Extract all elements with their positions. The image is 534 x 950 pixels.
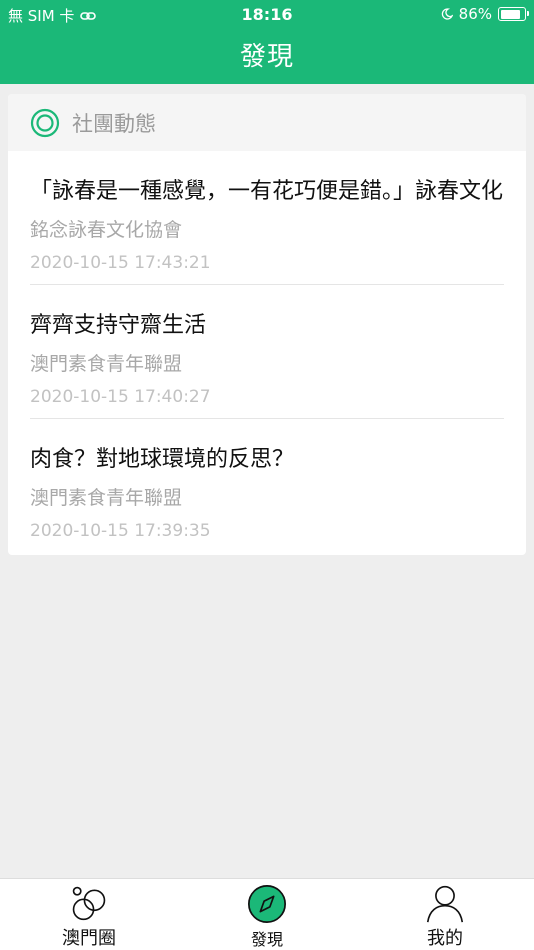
feed-org: 澳門素食青年聯盟 [30, 487, 183, 509]
section-title: 社團動態 [72, 111, 156, 136]
tab-discover[interactable]: 發現 [178, 879, 356, 950]
tab-label: 我的 [427, 928, 463, 949]
feed-title: 齊齊支持守齋生活 [30, 313, 207, 338]
tab-macau-circle[interactable]: 澳門圈 [0, 879, 178, 950]
status-bar: 無 SIM 卡 18:16 86% [0, 0, 534, 28]
battery-percent: 86% [458, 5, 492, 23]
tab-bar: 澳門圈 發現 我的 [0, 878, 534, 950]
ring-icon [30, 108, 60, 137]
feed-org: 銘念詠春文化協會 [30, 219, 183, 241]
feed-title: 「詠春是一種感覺，一有花巧便是錯。」詠春文化 [30, 179, 504, 204]
page-title: 發現 [239, 42, 294, 72]
feed-org: 澳門素食青年聯盟 [30, 353, 183, 375]
feed-time: 2020-10-15 17:43:21 [30, 253, 211, 273]
feed-item[interactable]: 肉食？對地球環境的反思？ 澳門素食青年聯盟 2020-10-15 17:39:3… [30, 419, 504, 553]
tab-label: 發現 [250, 930, 283, 949]
tab-mine[interactable]: 我的 [356, 879, 534, 950]
feed-time: 2020-10-15 17:39:35 [30, 521, 211, 541]
compass-icon [248, 885, 286, 923]
feed-title: 肉食？對地球環境的反思？ [30, 447, 295, 472]
tab-label: 澳門圈 [62, 928, 116, 949]
battery-icon [498, 7, 529, 21]
app-header: 無 SIM 卡 18:16 86% 發現 [0, 0, 534, 84]
feed-item[interactable]: 「詠春是一種感覺，一有花巧便是錯。」詠春文化 銘念詠春文化協會 2020-10-… [30, 151, 504, 285]
club-activity-card: 社團動態 「詠春是一種感覺，一有花巧便是錯。」詠春文化 銘念詠春文化協會 202… [8, 94, 526, 555]
person-icon [426, 885, 464, 923]
section-header: 社團動態 [8, 94, 526, 151]
feed-item[interactable]: 齊齊支持守齋生活 澳門素食青年聯盟 2020-10-15 17:40:27 [30, 285, 504, 419]
moon-icon [441, 8, 453, 20]
circles-icon [72, 886, 106, 921]
battery-level [500, 9, 521, 19]
status-right: 86% [441, 5, 529, 23]
feed-time: 2020-10-15 17:40:27 [30, 387, 211, 407]
